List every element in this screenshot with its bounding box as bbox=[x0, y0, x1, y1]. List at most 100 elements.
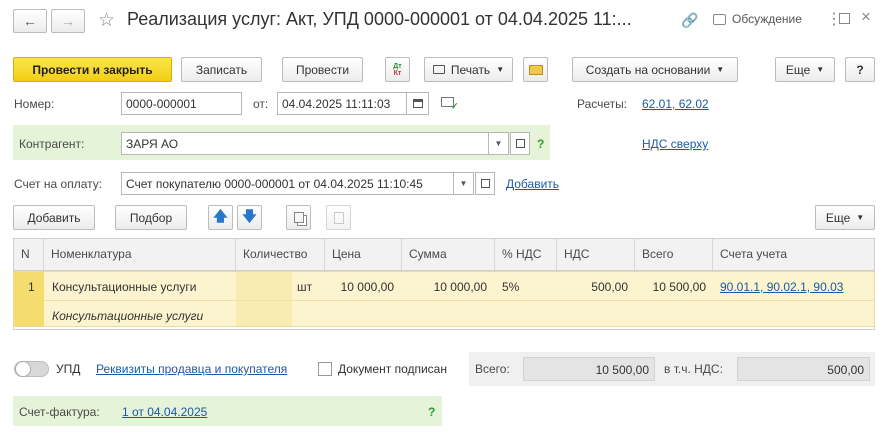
invoice-open-button[interactable] bbox=[475, 172, 495, 195]
row-vat[interactable]: 500,00 bbox=[557, 280, 628, 294]
dt-kt-button[interactable]: Дт Кт bbox=[385, 57, 410, 82]
paste-row-button[interactable] bbox=[326, 205, 351, 230]
discussion-button[interactable]: Обсуждение bbox=[713, 12, 802, 26]
row-price[interactable]: 10 000,00 bbox=[325, 280, 394, 294]
page-title: Реализация услуг: Акт, УПД 0000-000001 о… bbox=[127, 9, 632, 29]
table-more-button[interactable]: Еще ▼ bbox=[815, 205, 875, 230]
row-total: 10 500,00 bbox=[652, 280, 706, 294]
date-label: от: bbox=[253, 97, 269, 111]
copy-icon bbox=[293, 212, 304, 223]
total-value-field: 10 500,00 bbox=[523, 357, 655, 381]
vat-total-value-field: 500,00 bbox=[737, 357, 870, 381]
more-button[interactable]: Еще ▼ bbox=[775, 57, 835, 82]
print-label: Печать bbox=[450, 62, 491, 77]
calendar-icon bbox=[412, 99, 423, 108]
create-based-on-button[interactable]: Создать на основании ▼ bbox=[572, 57, 738, 82]
envelope-icon bbox=[528, 64, 543, 75]
signed-label: Документ подписан bbox=[338, 362, 447, 376]
email-button[interactable] bbox=[523, 57, 548, 82]
arrow-up-icon: 🡅 bbox=[213, 207, 228, 224]
row-nomenclature[interactable]: Консультационные услуги bbox=[52, 280, 196, 294]
create-based-on-label: Создать на основании bbox=[585, 62, 711, 77]
counterparty-help-icon[interactable]: ? bbox=[537, 137, 544, 151]
column-sum[interactable]: Сумма bbox=[402, 239, 495, 270]
dropdown-caret-icon: ▼ bbox=[494, 139, 503, 148]
dropdown-caret-icon: ▼ bbox=[816, 65, 825, 74]
row-accounts-link[interactable]: 90.01.1, 90.02.1, 90.03 bbox=[720, 280, 843, 294]
dropdown-caret-icon: ▼ bbox=[496, 65, 505, 74]
invoice-dropdown-button[interactable]: ▼ bbox=[453, 172, 474, 195]
invoice-label: Счет-фактура: bbox=[19, 405, 100, 419]
column-nomenclature[interactable]: Номенклатура bbox=[44, 239, 236, 270]
table-add-button[interactable]: Добавить bbox=[13, 205, 95, 230]
arrow-down-icon: 🡇 bbox=[242, 207, 257, 224]
table-row[interactable]: 1 Консультационные услуги Консультационн… bbox=[13, 271, 875, 327]
invoice-help-icon[interactable]: ? bbox=[428, 405, 435, 419]
row-vat-rate[interactable]: 5% bbox=[502, 280, 519, 294]
row-number: 1 bbox=[28, 280, 35, 294]
post-and-close-button[interactable]: Провести и закрыть bbox=[13, 57, 172, 82]
maximize-icon[interactable] bbox=[839, 13, 850, 24]
help-button[interactable]: ? bbox=[845, 57, 875, 82]
counterparty-label: Контрагент: bbox=[19, 137, 85, 151]
post-button[interactable]: Провести bbox=[282, 57, 363, 82]
paste-icon bbox=[333, 211, 344, 224]
row-divider bbox=[44, 300, 874, 301]
column-vat[interactable]: НДС bbox=[557, 239, 635, 270]
row-quantity-cell[interactable] bbox=[236, 272, 292, 326]
requisites-link[interactable]: Реквизиты продавца и покупателя bbox=[96, 362, 287, 376]
column-vat-rate[interactable]: % НДС bbox=[495, 239, 557, 270]
vat-on-top-link[interactable]: НДС сверху bbox=[642, 137, 708, 151]
row-nomenclature-sub[interactable]: Консультационные услуги bbox=[52, 309, 203, 323]
print-button[interactable]: Печать ▼ bbox=[424, 57, 513, 82]
close-icon[interactable]: × bbox=[861, 7, 871, 27]
move-up-button[interactable]: 🡅 bbox=[208, 205, 233, 230]
table-body-area bbox=[13, 327, 875, 330]
row-sum[interactable]: 10 000,00 bbox=[402, 280, 487, 294]
number-label: Номер: bbox=[14, 97, 55, 111]
column-quantity[interactable]: Количество bbox=[236, 239, 325, 270]
upd-toggle[interactable] bbox=[14, 361, 49, 377]
settlements-link[interactable]: 62.01, 62.02 bbox=[642, 97, 709, 111]
table-select-button[interactable]: Подбор bbox=[115, 205, 187, 230]
arrow-left-icon: ← bbox=[23, 13, 37, 29]
row-unit: шт bbox=[297, 280, 313, 294]
counterparty-dropdown-button[interactable]: ▼ bbox=[488, 132, 509, 155]
signed-checkbox[interactable] bbox=[318, 362, 332, 376]
column-total[interactable]: Всего bbox=[635, 239, 713, 270]
forward-button[interactable]: → bbox=[51, 9, 85, 33]
counterparty-open-button[interactable] bbox=[510, 132, 530, 155]
invoice-for-payment-label: Счет на оплату: bbox=[14, 177, 103, 191]
dt-kt-icon: Дт Кт bbox=[393, 62, 402, 77]
copy-row-button[interactable] bbox=[286, 205, 311, 230]
open-window-icon bbox=[480, 179, 490, 188]
save-button[interactable]: Записать bbox=[181, 57, 262, 82]
settlements-label: Расчеты: bbox=[577, 97, 628, 111]
chat-icon bbox=[713, 13, 726, 25]
move-down-button[interactable]: 🡇 bbox=[237, 205, 262, 230]
dropdown-caret-icon: ▼ bbox=[716, 65, 725, 74]
column-accounts[interactable]: Счета учета bbox=[713, 239, 874, 270]
toggle-knob bbox=[15, 361, 31, 377]
check-icon: ✓ bbox=[451, 101, 459, 111]
vat-total-label: в т.ч. НДС: bbox=[664, 362, 723, 376]
invoice-for-payment-field[interactable]: Счет покупателю 0000-000001 от 04.04.202… bbox=[121, 172, 454, 195]
number-field[interactable]: 0000-000001 bbox=[121, 92, 242, 115]
favorite-star-icon[interactable]: ☆ bbox=[98, 9, 115, 32]
discussion-label: Обсуждение bbox=[732, 12, 802, 26]
counterparty-field[interactable]: ЗАРЯ АО bbox=[121, 132, 489, 155]
column-price[interactable]: Цена bbox=[325, 239, 402, 270]
open-window-icon bbox=[515, 139, 525, 148]
table-header: N Номенклатура Количество Цена Сумма % Н… bbox=[13, 238, 875, 271]
invoice-link[interactable]: 1 от 04.04.2025 bbox=[122, 405, 207, 419]
column-n[interactable]: N bbox=[14, 239, 44, 270]
dropdown-caret-icon: ▼ bbox=[856, 213, 865, 222]
back-button[interactable]: ← bbox=[13, 9, 47, 33]
link-icon[interactable]: 🔗 bbox=[681, 12, 698, 29]
date-field[interactable]: 04.04.2025 11:11:03 bbox=[277, 92, 407, 115]
total-label: Всего: bbox=[475, 362, 510, 376]
table-more-label: Еще bbox=[825, 210, 851, 225]
invoice-add-link[interactable]: Добавить bbox=[506, 177, 559, 191]
calendar-button[interactable] bbox=[406, 92, 429, 115]
printer-icon bbox=[432, 65, 445, 74]
